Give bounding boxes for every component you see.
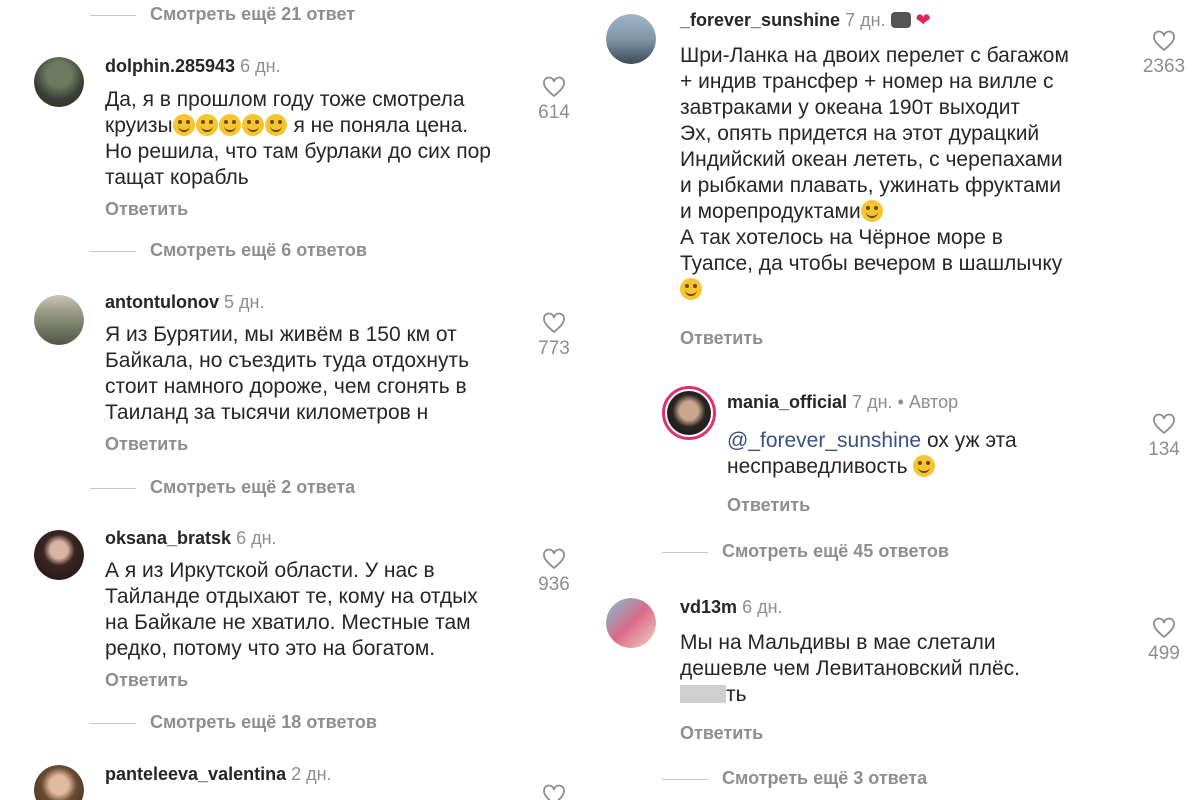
heart-outline-icon[interactable]	[542, 784, 566, 800]
divider-line	[90, 722, 136, 724]
comment-username[interactable]: mania_official 7 дн. • Автор	[727, 392, 958, 413]
comment-time: 6 дн.	[236, 528, 277, 548]
smiley-emoji-icon	[913, 455, 936, 477]
avatar[interactable]	[34, 295, 84, 345]
view-more-replies-button[interactable]: Смотреть ещё 18 ответов	[90, 712, 377, 733]
like-button[interactable]: 134	[1134, 413, 1194, 461]
redacted-text	[680, 685, 726, 703]
comment-username[interactable]: oksana_bratsk 6 дн.	[105, 528, 277, 549]
view-more-replies-button[interactable]: Смотреть ещё 21 ответ	[90, 4, 355, 25]
heart-outline-icon[interactable]	[542, 312, 566, 334]
comment-text: А я из Иркутской области. У нас в Тайлан…	[105, 559, 478, 660]
comment-text: Да, я в прошлом году тоже смотрела круиз…	[105, 88, 491, 189]
like-count: 773	[538, 338, 570, 359]
avatar[interactable]	[34, 765, 84, 800]
like-count: 614	[538, 102, 570, 123]
comment-time: 7 дн.	[845, 10, 886, 30]
like-count: 134	[1148, 439, 1180, 460]
comment-time: 6 дн.	[240, 56, 281, 76]
comment-username[interactable]: dolphin.285943 6 дн.	[105, 56, 281, 77]
left-comments-panel: Смотреть ещё 21 ответ dolphin.285943 6 д…	[0, 0, 590, 800]
comment-time: 6 дн.	[742, 597, 783, 617]
like-button[interactable]: 773	[524, 312, 584, 360]
avatar[interactable]	[34, 57, 84, 107]
like-button[interactable]: 614	[524, 76, 584, 124]
like-button[interactable]: 2363	[1134, 30, 1194, 78]
avatar[interactable]	[34, 530, 84, 580]
reply-button[interactable]: Ответить	[105, 434, 188, 455]
avatar-with-story-ring[interactable]	[662, 386, 716, 440]
comment-text: Мы на Мальдивы в мае слетали дешевле чем…	[680, 631, 1021, 706]
comment-time: 5 дн.	[224, 292, 265, 312]
comment-text: Я из Бурятии, мы живём в 150 км от Байка…	[105, 323, 470, 424]
reply-button[interactable]: Ответить	[680, 328, 763, 349]
divider-line	[90, 250, 136, 252]
smiley-emoji-icon	[860, 200, 883, 222]
like-button[interactable]: 936	[524, 548, 584, 596]
view-more-replies-button[interactable]: Смотреть ещё 2 ответа	[90, 477, 355, 498]
comment-username[interactable]: antontulonov 5 дн.	[105, 292, 264, 313]
like-count: 936	[538, 574, 570, 595]
comment-username[interactable]: vd13m 6 дн.	[680, 597, 783, 618]
reply-button[interactable]: Ответить	[680, 723, 763, 744]
comment-time: 7 дн.	[852, 392, 893, 412]
heart-outline-icon[interactable]	[542, 548, 566, 570]
heart-outline-icon[interactable]	[1152, 30, 1176, 52]
divider-line	[90, 14, 136, 16]
comment-time: 2 дн.	[291, 764, 332, 784]
laughing-emoji-icon	[264, 114, 287, 136]
heart-outline-icon[interactable]	[542, 76, 566, 98]
view-more-replies-button[interactable]: Смотреть ещё 45 ответов	[662, 541, 949, 562]
divider-line	[662, 778, 708, 780]
view-more-replies-button[interactable]: Смотреть ещё 6 ответов	[90, 240, 367, 261]
divider-line	[662, 551, 708, 553]
avatar[interactable]	[606, 598, 656, 648]
reply-button[interactable]: Ответить	[105, 199, 188, 220]
comment-username[interactable]: _forever_sunshine 7 дн. ❤	[680, 10, 931, 31]
reply-button[interactable]: Ответить	[727, 495, 810, 516]
laughing-emoji-icon	[218, 114, 241, 136]
user-mention-link[interactable]: @_forever_sunshine	[727, 429, 921, 452]
divider-line	[90, 487, 136, 489]
like-count: 2363	[1142, 56, 1186, 77]
reply-button[interactable]: Ответить	[105, 670, 188, 691]
like-button[interactable]	[524, 784, 584, 800]
author-tag: • Автор	[897, 392, 959, 412]
laughing-emoji-icon	[195, 114, 218, 136]
cat-sticker-icon	[890, 12, 911, 28]
heart-outline-icon[interactable]	[1152, 413, 1176, 435]
comment-text: Шри-Ланка на двоих перелет с багажом + и…	[680, 43, 1140, 303]
heart-outline-icon[interactable]	[1152, 617, 1176, 639]
comment-text: @_forever_sunshine ох уж эта несправедли…	[727, 429, 1017, 478]
like-count: 499	[1148, 643, 1180, 664]
view-more-replies-button[interactable]: Смотреть ещё 3 ответа	[662, 768, 927, 789]
right-comments-panel: _forever_sunshine 7 дн. ❤ Шри-Ланка на д…	[590, 0, 1200, 800]
comment-username[interactable]: panteleeva_valentina 2 дн.	[105, 764, 332, 785]
red-heart-icon: ❤	[915, 10, 931, 30]
laughing-emoji-icon	[241, 114, 264, 136]
like-button[interactable]: 499	[1134, 617, 1194, 665]
laughing-emoji-icon	[172, 114, 195, 136]
avatar[interactable]	[606, 14, 656, 64]
laughing-emoji-icon	[680, 278, 702, 300]
